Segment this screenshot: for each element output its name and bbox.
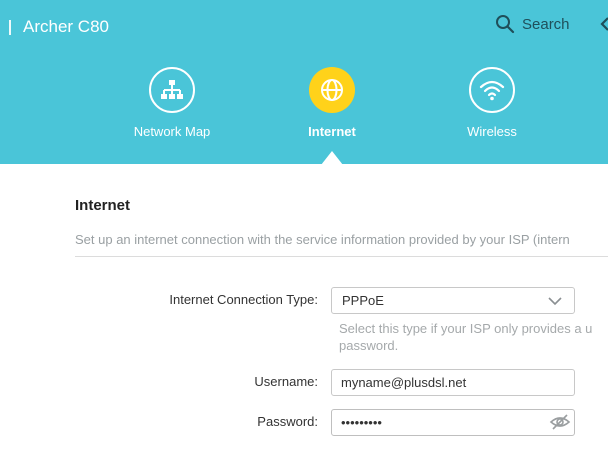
- username-field[interactable]: [331, 369, 575, 396]
- search-button[interactable]: Search: [495, 14, 570, 34]
- network-map-icon: [149, 67, 195, 113]
- username-label: Username:: [254, 374, 318, 389]
- password-field-wrapper: [331, 409, 575, 436]
- hint-line: Select this type if your ISP only provid…: [339, 321, 593, 336]
- page-description: Set up an internet connection with the s…: [75, 232, 570, 247]
- nav-label: Internet: [308, 124, 356, 139]
- brand: Archer C80: [9, 17, 109, 37]
- hint-line: password.: [339, 338, 399, 353]
- top-header: Archer C80 Search Network Map Internet W…: [0, 0, 608, 165]
- wifi-icon: [469, 67, 515, 113]
- password-field[interactable]: [331, 409, 575, 436]
- nav-label: Network Map: [133, 124, 211, 139]
- divider: [75, 256, 608, 257]
- eye-hidden-icon[interactable]: [549, 413, 571, 431]
- nav-label: Wireless: [467, 124, 517, 139]
- connection-type-label: Internet Connection Type:: [169, 292, 318, 307]
- nav-wireless[interactable]: Wireless: [427, 67, 557, 139]
- brand-title: Archer C80: [23, 17, 109, 36]
- globe-icon: [309, 67, 355, 113]
- password-label: Password:: [257, 414, 318, 429]
- connection-type-value: PPPoE: [342, 293, 384, 308]
- search-label: Search: [522, 15, 570, 33]
- nav-internet[interactable]: Internet: [267, 67, 397, 139]
- chevron-down-icon: [548, 297, 562, 306]
- arrow-left-icon[interactable]: [600, 14, 608, 34]
- search-icon: [496, 15, 515, 34]
- connection-type-select[interactable]: PPPoE: [331, 287, 575, 314]
- active-tab-pointer: [321, 151, 343, 165]
- brand-divider: [9, 19, 11, 35]
- nav-network-map[interactable]: Network Map: [107, 67, 237, 139]
- connection-type-hint: Select this type if your ISP only provid…: [339, 320, 592, 354]
- page-title: Internet: [75, 197, 131, 214]
